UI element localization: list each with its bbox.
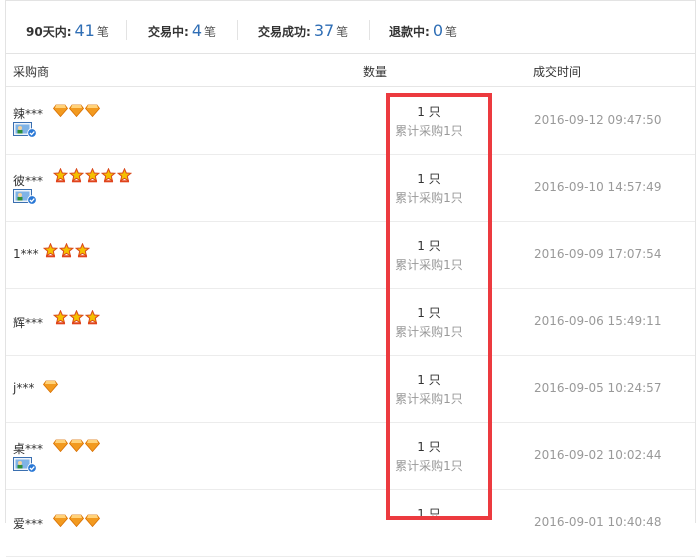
stat-unit: 笔 bbox=[204, 25, 217, 39]
buyer-name[interactable]: j*** bbox=[13, 381, 34, 395]
cumulative-purchase: 累计采购1只 bbox=[395, 191, 463, 205]
buyer-name[interactable]: 1*** bbox=[13, 247, 39, 261]
table-row: 1*** 1 只累计采购1只 2016-09-09 17:07:54 bbox=[6, 221, 695, 289]
quantity-value: 1 只 bbox=[417, 507, 441, 521]
table-row: j*** 1 只累计采购1只 2016-09-05 10:24:57 bbox=[6, 355, 695, 423]
table-row: 桌*** 1 只累计采购1只 2016-09-02 10:02:44 bbox=[6, 422, 695, 490]
quantity-value: 1 只 bbox=[417, 105, 441, 119]
transaction-records-panel: 90天内: 41 笔 交易中: 4 笔 交易成功: 37 笔 退款中: 0 笔 采购商 数量 成… bbox=[5, 0, 696, 557]
transaction-time: 2016-09-01 10:40:48 bbox=[534, 515, 662, 529]
quantity-value: 1 只 bbox=[417, 172, 441, 186]
diamond-icon bbox=[42, 380, 59, 394]
credit-badges[interactable] bbox=[52, 514, 101, 528]
stat-divider bbox=[237, 20, 238, 40]
diamond-icon bbox=[68, 104, 85, 118]
quantity-value: 1 只 bbox=[417, 373, 441, 387]
transaction-time: 2016-09-10 14:57:49 bbox=[534, 180, 662, 194]
stat-value: 0 bbox=[432, 21, 443, 40]
crown-icon bbox=[84, 309, 101, 325]
buyer-name[interactable]: 桌*** bbox=[13, 440, 43, 457]
column-header-time: 成交时间 bbox=[533, 65, 582, 79]
diamond-icon bbox=[84, 104, 101, 118]
stat-label: 交易中: bbox=[148, 25, 189, 39]
credit-badges[interactable] bbox=[52, 439, 101, 453]
credit-badges[interactable] bbox=[52, 104, 101, 118]
crown-icon bbox=[52, 309, 69, 325]
transaction-time: 2016-09-05 10:24:57 bbox=[534, 381, 662, 395]
quantity-value: 1 只 bbox=[417, 306, 441, 320]
credit-badges[interactable] bbox=[52, 309, 101, 325]
stat-label: 退款中: bbox=[389, 25, 430, 39]
quantity-value: 1 只 bbox=[417, 440, 441, 454]
stat-value: 37 bbox=[313, 21, 335, 40]
crown-icon bbox=[68, 309, 85, 325]
stat-divider bbox=[369, 20, 370, 40]
diamond-icon bbox=[68, 439, 85, 453]
crown-icon bbox=[84, 167, 101, 183]
credit-badges[interactable] bbox=[42, 242, 91, 258]
credit-badges[interactable] bbox=[52, 167, 133, 183]
stat-value: 41 bbox=[74, 21, 95, 40]
diamond-icon bbox=[84, 439, 101, 453]
table-row: 彼*** 1 只累计采购1只 2016-09-10 14:57:49 bbox=[6, 154, 695, 222]
transaction-time: 2016-09-09 17:07:54 bbox=[534, 247, 662, 261]
verified-member-icon[interactable] bbox=[13, 189, 37, 205]
table-row: 辉*** 1 只累计采购1只 2016-09-06 15:49:11 bbox=[6, 288, 695, 356]
transaction-time: 2016-09-02 10:02:44 bbox=[534, 448, 662, 462]
stat-refunding: 退款中: 0 笔 bbox=[389, 20, 457, 42]
diamond-icon bbox=[52, 439, 69, 453]
stat-success: 交易成功: 37 笔 bbox=[258, 20, 348, 42]
crown-icon bbox=[58, 242, 75, 258]
crown-icon bbox=[74, 242, 91, 258]
verified-member-icon[interactable] bbox=[13, 122, 37, 138]
crown-icon bbox=[116, 167, 133, 183]
verified-member-icon[interactable] bbox=[13, 457, 37, 473]
crown-icon bbox=[52, 167, 69, 183]
cumulative-purchase: 累计采购1只 bbox=[395, 325, 463, 339]
buyer-name[interactable]: 爱*** bbox=[13, 515, 43, 532]
cumulative-purchase: 累计采购1只 bbox=[395, 258, 463, 272]
quantity-value: 1 只 bbox=[417, 239, 441, 253]
cumulative-purchase: 累计采购1只 bbox=[395, 459, 463, 473]
stat-unit: 笔 bbox=[336, 25, 349, 39]
stats-bar: 90天内: 41 笔 交易中: 4 笔 交易成功: 37 笔 退款中: 0 笔 bbox=[6, 1, 695, 54]
buyer-name[interactable]: 彼*** bbox=[13, 172, 43, 189]
column-header-buyer: 采购商 bbox=[13, 65, 50, 79]
stat-unit: 笔 bbox=[445, 25, 458, 39]
stat-label: 交易成功: bbox=[258, 25, 311, 39]
stat-unit: 笔 bbox=[96, 25, 109, 39]
stat-90-days: 90天内: 41 笔 bbox=[26, 20, 109, 42]
stat-value: 4 bbox=[191, 21, 202, 40]
transaction-time: 2016-09-12 09:47:50 bbox=[534, 113, 662, 127]
diamond-icon bbox=[84, 514, 101, 528]
crown-icon bbox=[68, 167, 85, 183]
diamond-icon bbox=[52, 514, 69, 528]
stat-label: 90天内: bbox=[26, 25, 72, 39]
diamond-icon bbox=[68, 514, 85, 528]
table-row: 爱*** 1 只 2016-09-01 10:40:48 bbox=[6, 489, 695, 557]
credit-badges[interactable] bbox=[42, 380, 59, 394]
stat-in-progress: 交易中: 4 笔 bbox=[148, 20, 216, 42]
transaction-time: 2016-09-06 15:49:11 bbox=[534, 314, 662, 328]
cumulative-purchase: 累计采购1只 bbox=[395, 392, 463, 406]
column-header-quantity: 数量 bbox=[363, 65, 388, 79]
buyer-name[interactable]: 辣*** bbox=[13, 105, 43, 122]
crown-icon bbox=[100, 167, 117, 183]
table-header: 采购商 数量 成交时间 bbox=[6, 54, 695, 87]
buyer-name[interactable]: 辉*** bbox=[13, 314, 43, 331]
diamond-icon bbox=[52, 104, 69, 118]
table-row: 辣*** 1 只累计采购1只 2016-09-12 09:47:50 bbox=[6, 87, 695, 155]
stat-divider bbox=[126, 20, 127, 40]
cumulative-purchase: 累计采购1只 bbox=[395, 124, 463, 138]
crown-icon bbox=[42, 242, 59, 258]
